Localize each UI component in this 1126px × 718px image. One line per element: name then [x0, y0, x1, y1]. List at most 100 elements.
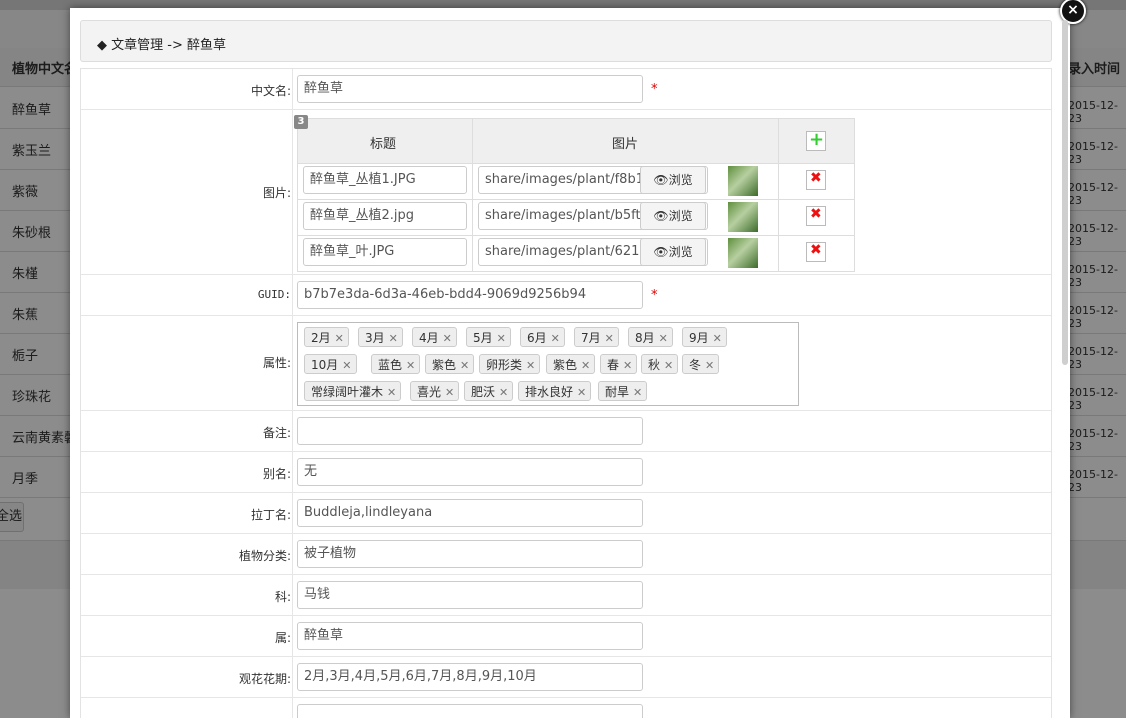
remove-tag-icon[interactable]: ✕ — [460, 359, 469, 372]
attribute-tag-label: 4月 — [419, 331, 439, 345]
cn-name-input[interactable]: 醉鱼草 — [297, 75, 643, 103]
modal-scrollbar[interactable] — [1062, 20, 1068, 365]
delete-image-button[interactable]: ✖ — [806, 242, 826, 262]
row-alias: 别名: 无 — [81, 452, 1051, 493]
attribute-tag[interactable]: 喜光 ✕ — [410, 381, 460, 401]
category-input[interactable]: 被子植物 — [297, 540, 643, 568]
remove-tag-icon[interactable]: ✕ — [713, 332, 722, 345]
image-title-input[interactable]: 醉鱼草_丛植1.JPG — [303, 166, 467, 194]
delete-image-button[interactable]: ✖ — [806, 170, 826, 190]
images-table: 标题 图片 + 3 醉鱼草_丛植1.JPG share/images/plant/… — [294, 115, 855, 272]
image-row: 醉鱼草_丛植1.JPG share/images/plant/f8b1 👁浏览 ✖ — [298, 163, 854, 200]
attribute-tag[interactable]: 10月 ✕ — [304, 354, 357, 374]
row-family: 科: 马钱 — [81, 575, 1051, 616]
attribute-tag[interactable]: 2月 ✕ — [304, 327, 349, 347]
attribute-tag-label: 紫色 — [432, 358, 457, 372]
attribute-tag-label: 秋 — [648, 358, 661, 372]
attribute-tag[interactable]: 卵形类 ✕ — [479, 354, 541, 374]
remove-tag-icon[interactable]: ✕ — [623, 359, 632, 372]
image-column-header: 图片 — [612, 137, 639, 152]
remove-tag-icon[interactable]: ✕ — [705, 359, 714, 372]
remove-tag-icon[interactable]: ✕ — [497, 332, 506, 345]
attribute-tag[interactable]: 5月 ✕ — [466, 327, 511, 347]
attribute-tag[interactable]: 7月 ✕ — [574, 327, 619, 347]
image-thumbnail[interactable] — [728, 166, 758, 196]
images-label: 图片: — [262, 186, 291, 200]
remove-tag-icon[interactable]: ✕ — [664, 359, 673, 372]
remove-tag-icon[interactable]: ✕ — [387, 386, 396, 399]
remove-tag-icon[interactable]: ✕ — [633, 386, 642, 399]
latin-input[interactable]: Buddleja,lindleyana — [297, 499, 643, 527]
breadcrumb: ◆ 文章管理 -> 醉鱼草 — [80, 20, 1052, 62]
remove-tag-icon[interactable]: ✕ — [443, 332, 452, 345]
attribute-tag-label: 蓝色 — [378, 358, 403, 372]
browse-button[interactable]: 👁浏览 — [640, 202, 706, 230]
attribute-tag-label: 2月 — [311, 331, 331, 345]
delete-icon: ✖ — [810, 170, 822, 186]
image-thumbnail[interactable] — [728, 238, 758, 268]
attribute-tag[interactable]: 排水良好 ✕ — [518, 381, 592, 401]
genus-input[interactable]: 醉鱼草 — [297, 622, 643, 650]
remove-tag-icon[interactable]: ✕ — [499, 386, 508, 399]
remove-tag-icon[interactable]: ✕ — [335, 332, 344, 345]
add-image-button[interactable]: + — [806, 129, 826, 151]
plus-icon: + — [809, 129, 825, 150]
attribute-tag-label: 耐旱 — [605, 385, 630, 399]
attribute-tag[interactable]: 紫色 ✕ — [546, 354, 596, 374]
attribute-tag[interactable]: 秋 ✕ — [641, 354, 679, 374]
breadcrumb-text: ◆ 文章管理 -> 醉鱼草 — [97, 38, 226, 53]
image-thumbnail[interactable] — [728, 202, 758, 232]
remove-tag-icon[interactable]: ✕ — [577, 386, 586, 399]
remove-tag-icon[interactable]: ✕ — [659, 332, 668, 345]
delete-icon: ✖ — [810, 242, 822, 258]
images-table-header: 标题 图片 + — [298, 119, 854, 164]
image-title-input[interactable]: 醉鱼草_叶.JPG — [303, 238, 467, 266]
attribute-tag[interactable]: 春 ✕ — [600, 354, 638, 374]
remove-tag-icon[interactable]: ✕ — [445, 386, 454, 399]
browse-button[interactable]: 👁浏览 — [640, 166, 706, 194]
row-next — [81, 698, 1051, 718]
remove-tag-icon[interactable]: ✕ — [581, 359, 590, 372]
genus-label: 属: — [274, 631, 291, 645]
attribute-tag[interactable]: 肥沃 ✕ — [464, 381, 514, 401]
remove-tag-icon[interactable]: ✕ — [389, 332, 398, 345]
alias-input[interactable]: 无 — [297, 458, 643, 486]
browse-button[interactable]: 👁浏览 — [640, 238, 706, 266]
attribute-tag-label: 8月 — [635, 331, 655, 345]
row-attributes: 属性: 2月 ✕ 3月 ✕ 4月 ✕ 5月 ✕ 6月 ✕ 7月 ✕ 8月 ✕ 9月 ✕ 10月 ✕ 蓝色 ✕ 紫色 ✕ 卵形… — [81, 316, 1051, 411]
attribute-tag[interactable]: 3月 ✕ — [358, 327, 403, 347]
attribute-tag[interactable]: 9月 ✕ — [682, 327, 727, 347]
attribute-tag[interactable]: 耐旱 ✕ — [598, 381, 648, 401]
family-input[interactable]: 马钱 — [297, 581, 643, 609]
row-guid: GUID: b7b7e3da-6d3a-46eb-bdd4-9069d9256b… — [81, 275, 1051, 316]
row-images: 图片: 标题 图片 + 3 醉鱼草_丛植1.JPG share/images/pl… — [81, 110, 1051, 275]
image-row: 醉鱼草_叶.JPG share/images/plant/621 👁浏览 ✖ — [298, 235, 854, 271]
image-title-input[interactable]: 醉鱼草_丛植2.jpg — [303, 202, 467, 230]
remove-tag-icon[interactable]: ✕ — [342, 359, 351, 372]
attribute-tag[interactable]: 蓝色 ✕ — [371, 354, 421, 374]
attribute-tag[interactable]: 6月 ✕ — [520, 327, 565, 347]
remark-label: 备注: — [262, 426, 291, 440]
remove-tag-icon[interactable]: ✕ — [526, 359, 535, 372]
attribute-tag[interactable]: 8月 ✕ — [628, 327, 673, 347]
remove-tag-icon[interactable]: ✕ — [406, 359, 415, 372]
latin-label: 拉丁名: — [250, 508, 291, 522]
next-input[interactable] — [297, 704, 643, 718]
edit-article-modal: ◆ 文章管理 -> 醉鱼草 中文名: 醉鱼草 * 图片: 标题 图片 + 3 醉 — [70, 8, 1070, 718]
attribute-tag[interactable]: 常绿阔叶灌木 ✕ — [304, 381, 402, 401]
delete-image-button[interactable]: ✖ — [806, 206, 826, 226]
flowering-input[interactable]: 2月,3月,4月,5月,6月,7月,8月,9月,10月 — [297, 663, 643, 691]
row-latin: 拉丁名: Buddleja,lindleyana — [81, 493, 1051, 534]
attribute-tag-label: 春 — [607, 358, 620, 372]
remark-input[interactable] — [297, 417, 643, 445]
attribute-tag-label: 常绿阔叶灌木 — [311, 385, 384, 399]
flowering-label: 观花花期: — [238, 672, 291, 686]
remove-tag-icon[interactable]: ✕ — [605, 332, 614, 345]
attribute-tag[interactable]: 冬 ✕ — [682, 354, 720, 374]
attribute-tag[interactable]: 紫色 ✕ — [425, 354, 475, 374]
attribute-tag[interactable]: 4月 ✕ — [412, 327, 457, 347]
attribute-tag-label: 5月 — [473, 331, 493, 345]
remove-tag-icon[interactable]: ✕ — [551, 332, 560, 345]
guid-input[interactable]: b7b7e3da-6d3a-46eb-bdd4-9069d9256b94 — [297, 281, 643, 309]
attribute-tags-input[interactable]: 2月 ✕ 3月 ✕ 4月 ✕ 5月 ✕ 6月 ✕ 7月 ✕ 8月 ✕ 9月 ✕ 10月 ✕ 蓝色 ✕ 紫色 ✕ 卵形类 ✕ 紫色… — [297, 322, 799, 406]
